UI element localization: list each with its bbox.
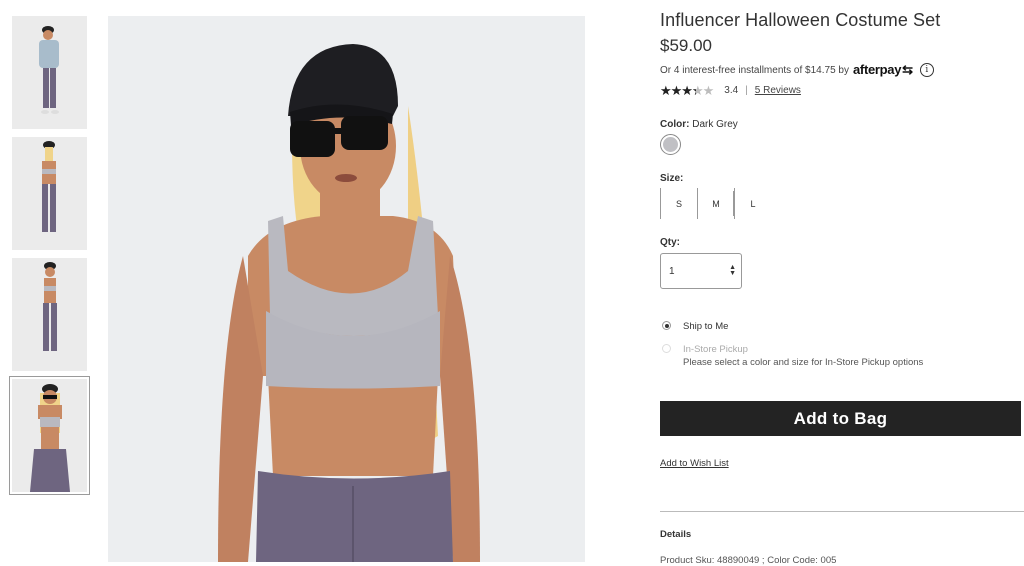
product-sku: Product Sku: 48890049 ; Color Code: 005 [660, 555, 837, 566]
details-divider [660, 511, 1024, 512]
add-to-wishlist-link[interactable]: Add to Wish List [660, 458, 729, 469]
in-store-pickup-label[interactable]: In-Store Pickup [683, 344, 748, 355]
size-option-m[interactable]: M [697, 188, 734, 219]
thumbnail-4-selected[interactable] [9, 376, 90, 495]
color-label: Color: Dark Grey [660, 119, 738, 130]
size-label: Size: [660, 173, 683, 184]
qty-label-key: Qty: [660, 237, 680, 248]
afterpay-message: Or 4 interest-free installments of $14.7… [660, 62, 934, 78]
ship-to-me-radio[interactable] [662, 321, 671, 330]
model-photo-jacket [12, 16, 87, 129]
star-rating-icon: ★★★★★ ★★★★★ [660, 84, 714, 97]
afterpay-brand: afterpay [852, 62, 902, 77]
stepper-arrows-icon: ▲ ▼ [729, 264, 736, 277]
model-photo-side [12, 258, 87, 371]
rating-value: 3.4 [724, 85, 739, 96]
thumbnail-2[interactable] [12, 137, 87, 250]
thumbnail-3[interactable] [12, 258, 87, 371]
qty-label: Qty: [660, 237, 680, 248]
size-label-key: Size: [660, 173, 684, 184]
in-store-pickup-note: Please select a color and size for In-St… [683, 357, 924, 368]
product-info-panel: Influencer Halloween Costume Set $59.00 … [660, 0, 1024, 566]
rating-row: ★★★★★ ★★★★★ 3.4 | 5 Reviews [660, 84, 801, 97]
product-price: $59.00 [660, 36, 712, 55]
size-option-l[interactable]: L [734, 188, 771, 219]
product-title: Influencer Halloween Costume Set [660, 10, 941, 30]
in-store-pickup-radio[interactable] [662, 344, 671, 353]
size-selector: S M L [660, 188, 771, 219]
quantity-select[interactable]: 1 ▲ ▼ [660, 253, 742, 289]
quantity-value: 1 [669, 266, 675, 277]
main-product-image[interactable] [108, 16, 585, 562]
model-photo-large [108, 16, 585, 562]
details-heading[interactable]: Details [660, 529, 691, 540]
thumbnail-1[interactable] [12, 16, 87, 129]
afterpay-logo: afterpay⇆ [853, 62, 913, 78]
reviews-link[interactable]: 5 Reviews [755, 85, 801, 96]
model-photo-front-close [12, 379, 87, 492]
model-photo-back [12, 137, 87, 250]
color-swatch-dark-grey[interactable] [660, 134, 681, 155]
ship-to-me-label[interactable]: Ship to Me [683, 321, 728, 332]
rating-separator: | [745, 85, 748, 96]
color-value: Dark Grey [692, 119, 738, 130]
afterpay-arrows-icon: ⇆ [902, 62, 913, 77]
afterpay-text: Or 4 interest-free installments of $14.7… [660, 64, 849, 76]
size-option-s[interactable]: S [660, 188, 697, 219]
stars-filled: ★★★★★ [660, 84, 696, 97]
info-icon[interactable]: i [919, 63, 934, 77]
add-to-bag-button[interactable]: Add to Bag [660, 401, 1021, 436]
color-label-key: Color: [660, 119, 690, 130]
